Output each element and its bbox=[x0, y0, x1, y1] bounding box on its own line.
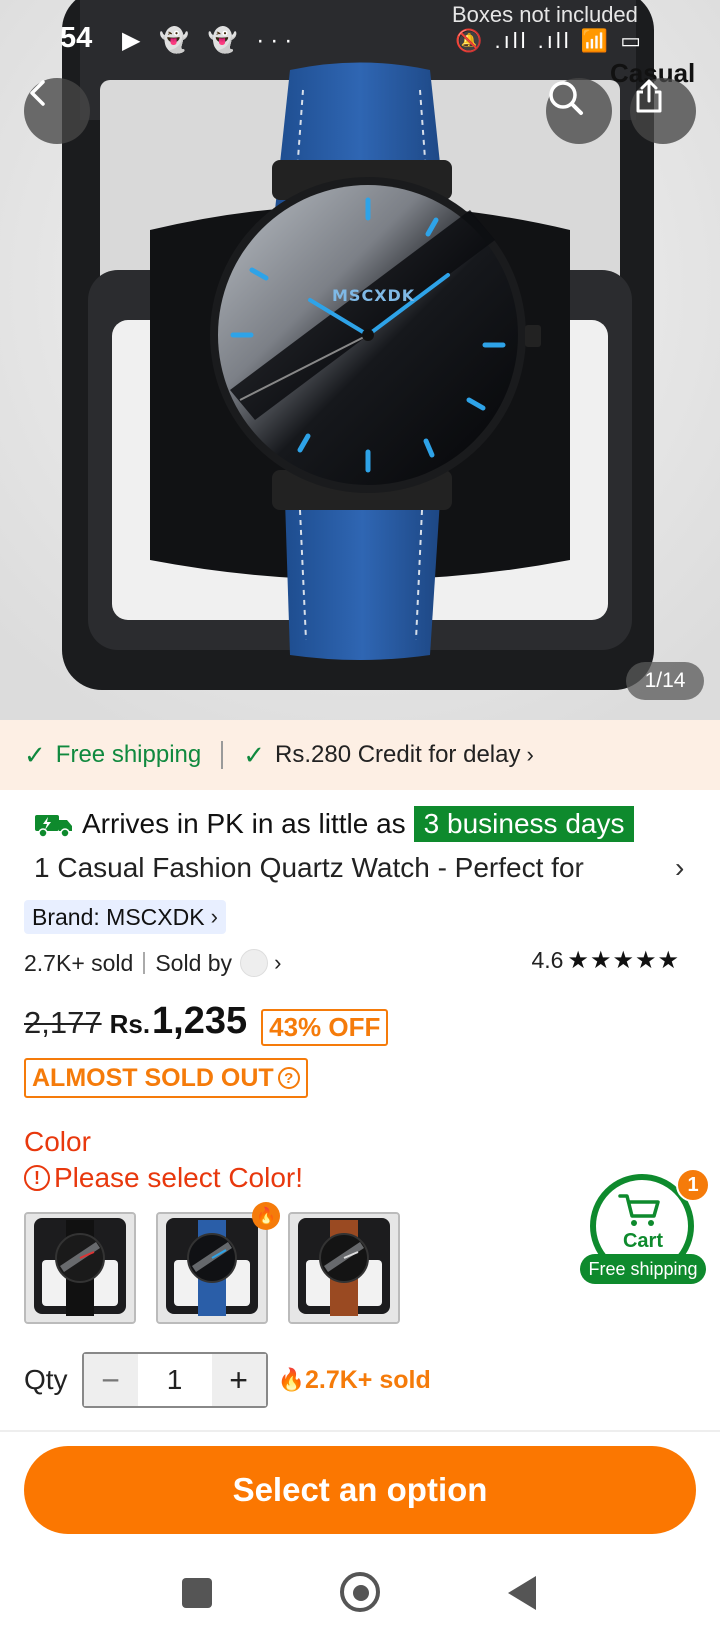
sold-count: 2.7K+ sold bbox=[24, 949, 134, 976]
delivery-estimate: Arrives in PK in as little as 3 business… bbox=[34, 806, 635, 842]
search-icon bbox=[549, 81, 583, 115]
stock-warning-label: ALMOST SOLD OUT bbox=[32, 1063, 274, 1092]
star-rating-icon: ★★★★★ bbox=[567, 947, 680, 974]
divider bbox=[0, 1430, 720, 1432]
stock-warning-badge[interactable]: ALMOST SOLD OUT ? bbox=[24, 1058, 308, 1098]
color-swatch-brown[interactable] bbox=[288, 1212, 400, 1324]
help-icon: ? bbox=[277, 1067, 300, 1089]
product-image-gallery[interactable]: MSCXDK 54 ▶ 👻 👻 ··· Boxes not included 🔕… bbox=[0, 0, 720, 720]
product-title-text: 1 Casual Fashion Quartz Watch - Perfect … bbox=[34, 852, 584, 883]
shopping-cart-icon bbox=[618, 1194, 660, 1226]
black-watch-thumbnail bbox=[26, 1214, 134, 1322]
title-chevron-right-icon[interactable]: › bbox=[675, 852, 684, 884]
brand-label: Brand: MSCXDK bbox=[32, 903, 205, 930]
fast-delivery-truck-icon bbox=[35, 815, 72, 838]
brown-watch-thumbnail bbox=[290, 1214, 398, 1322]
shipping-banner[interactable]: ✓ Free shipping ✓ Rs.280 Credit for dela… bbox=[0, 720, 720, 790]
product-title[interactable]: 1 Casual Fashion Quartz Watch - Perfect … bbox=[34, 852, 694, 892]
quantity-value[interactable]: 1 bbox=[138, 1364, 212, 1396]
check-icon: ✓ bbox=[24, 739, 46, 770]
color-selection-warning: ! Please select Color! bbox=[24, 1162, 303, 1194]
floating-cart-button[interactable]: Cart Free shipping 1 bbox=[580, 1168, 710, 1286]
decrease-quantity-button[interactable]: − bbox=[83, 1354, 138, 1406]
price-row: 2,177 Rs. 1,235 43% OFF bbox=[24, 1000, 389, 1054]
product-photo bbox=[0, 0, 720, 720]
status-time: 54 bbox=[60, 22, 93, 54]
chevron-right-icon: › bbox=[210, 904, 218, 929]
nav-back-icon[interactable] bbox=[508, 1576, 536, 1610]
original-price: 2,177 bbox=[24, 1005, 102, 1040]
quantity-sold-hint: 🔥 2.7K+ sold bbox=[278, 1366, 431, 1395]
share-icon bbox=[636, 79, 662, 113]
free-shipping-item: ✓ Free shipping bbox=[24, 740, 201, 771]
blue-watch-thumbnail bbox=[158, 1214, 266, 1322]
delay-credit-label: Rs.280 Credit for delay bbox=[275, 741, 521, 768]
cart-free-shipping: Free shipping bbox=[580, 1254, 706, 1284]
quantity-label: Qty bbox=[24, 1364, 68, 1395]
check-icon: ✓ bbox=[243, 739, 266, 770]
system-navigation-bar bbox=[0, 1548, 720, 1640]
sale-price: 1,235 bbox=[152, 1000, 248, 1042]
chevron-right-icon[interactable]: › bbox=[274, 950, 281, 976]
divider bbox=[221, 741, 224, 769]
color-swatch-blue[interactable] bbox=[156, 1212, 268, 1324]
home-icon[interactable] bbox=[340, 1572, 380, 1612]
cart-count-badge: 1 bbox=[676, 1168, 710, 1202]
image-page-counter: 1/14 bbox=[626, 662, 704, 700]
sold-by-label[interactable]: Sold by bbox=[155, 950, 232, 977]
color-warning-text: Please select Color! bbox=[54, 1162, 304, 1193]
cart-label: Cart bbox=[622, 1230, 663, 1252]
flame-icon: 🔥 bbox=[277, 1367, 305, 1392]
notification-icons: ▶ 👻 👻 ··· bbox=[122, 27, 299, 54]
quantity-stepper[interactable]: − 1 + bbox=[81, 1352, 268, 1408]
arrives-text: Arrives in PK in as little as bbox=[82, 808, 406, 839]
delivery-days-badge: 3 business days bbox=[413, 806, 635, 842]
color-option-label: Color bbox=[24, 1126, 91, 1157]
discount-badge: 43% OFF bbox=[261, 1008, 389, 1046]
quantity-sold-text: 2.7K+ sold bbox=[304, 1365, 431, 1394]
system-status-icons: 🔕 .ıll .ıll 📶 ▭ bbox=[455, 28, 645, 53]
share-button[interactable] bbox=[630, 78, 696, 144]
boxes-note: Boxes not included bbox=[452, 2, 638, 27]
color-swatch-black[interactable] bbox=[24, 1212, 136, 1324]
search-button[interactable] bbox=[546, 78, 612, 144]
popular-flame-icon: 🔥 bbox=[252, 1202, 280, 1230]
back-button[interactable] bbox=[24, 78, 90, 144]
watch-brand-print: MSCXDK bbox=[332, 286, 416, 305]
quantity-row: Qty − 1 + 🔥 2.7K+ sold bbox=[24, 1352, 431, 1408]
chevron-right-icon: › bbox=[526, 742, 534, 767]
delay-credit-item[interactable]: ✓ Rs.280 Credit for delay › bbox=[243, 740, 534, 771]
currency: Rs. bbox=[109, 1009, 151, 1039]
sales-seller-row: 2.7K+ sold Sold by › 4.6 ★★★★★ bbox=[24, 946, 704, 980]
recent-apps-icon[interactable] bbox=[182, 1578, 212, 1608]
free-shipping-label: Free shipping bbox=[55, 741, 202, 768]
rating[interactable]: 4.6 ★★★★★ bbox=[531, 946, 680, 975]
back-arrow-icon bbox=[30, 80, 45, 106]
warning-icon: ! bbox=[24, 1165, 50, 1191]
seller-logo[interactable] bbox=[240, 949, 269, 977]
rating-value: 4.6 bbox=[531, 947, 564, 973]
select-option-button[interactable]: Select an option bbox=[24, 1446, 696, 1534]
increase-quantity-button[interactable]: + bbox=[211, 1354, 266, 1406]
divider bbox=[143, 952, 146, 974]
brand-chip[interactable]: Brand: MSCXDK › bbox=[24, 900, 226, 934]
